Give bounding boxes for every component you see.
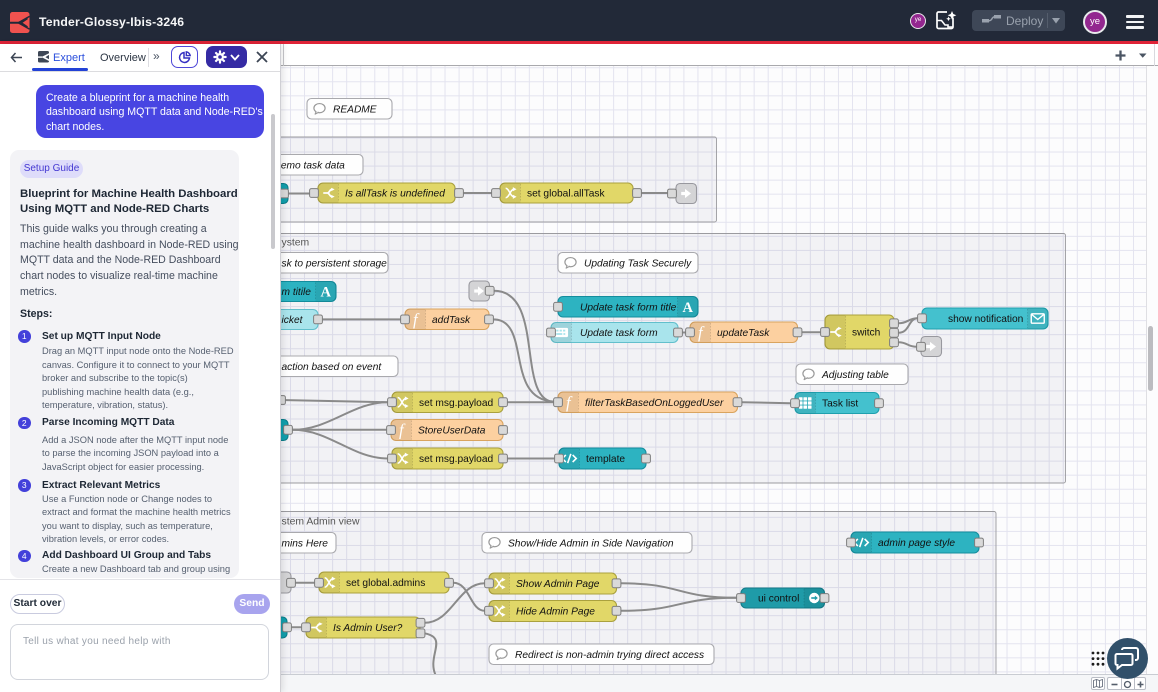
svg-text:filterTaskBasedOnLoggedUser: filterTaskBasedOnLoggedUser bbox=[585, 398, 724, 409]
svg-text:Update task form title: Update task form title bbox=[580, 302, 677, 313]
svg-text:stem Admin view: stem Admin view bbox=[282, 517, 360, 528]
svg-text:Update task form: Update task form bbox=[580, 328, 658, 339]
svg-text:StoreUserData: StoreUserData bbox=[418, 426, 486, 437]
svg-text:A: A bbox=[683, 300, 694, 316]
svg-text:Show Admin Page: Show Admin Page bbox=[516, 579, 600, 590]
svg-text:Hide Admin Page: Hide Admin Page bbox=[516, 607, 595, 618]
svg-text:ystem: ystem bbox=[282, 238, 310, 249]
svg-text:Task list: Task list bbox=[822, 399, 858, 410]
svg-text:set msg.payload: set msg.payload bbox=[419, 454, 494, 465]
svg-text:Is allTask is undefined: Is allTask is undefined bbox=[345, 189, 445, 200]
svg-text:A: A bbox=[321, 285, 332, 301]
svg-text:README: README bbox=[333, 104, 377, 115]
svg-text:mins Here: mins Here bbox=[282, 538, 329, 549]
svg-text:set global.admins: set global.admins bbox=[346, 578, 425, 589]
svg-text:Show/Hide Admin in Side Naviga: Show/Hide Admin in Side Navigation bbox=[508, 538, 674, 549]
svg-text:updateTask: updateTask bbox=[717, 328, 770, 339]
svg-text:icket: icket bbox=[282, 315, 304, 326]
svg-text:ui control: ui control bbox=[758, 594, 799, 605]
svg-text:addTask: addTask bbox=[432, 315, 471, 326]
svg-text:Redirect is non-admin trying d: Redirect is non-admin trying direct acce… bbox=[515, 650, 704, 661]
svg-text:set msg.payload: set msg.payload bbox=[419, 398, 494, 409]
svg-text:show notification: show notification bbox=[948, 314, 1023, 325]
svg-text:action based on event: action based on event bbox=[282, 362, 383, 373]
svg-text:template: template bbox=[586, 454, 625, 465]
svg-text:admin page style: admin page style bbox=[878, 538, 955, 549]
svg-text:sk to persistent storage: sk to persistent storage bbox=[282, 258, 388, 269]
svg-text:m titile: m titile bbox=[282, 287, 312, 298]
svg-text:Updating Task Securely: Updating Task Securely bbox=[584, 258, 692, 269]
svg-text:set global.allTask: set global.allTask bbox=[527, 189, 605, 200]
svg-text:switch: switch bbox=[852, 328, 880, 339]
svg-text:Is Admin User?: Is Admin User? bbox=[333, 623, 403, 634]
svg-text:Demo task data: Demo task data bbox=[281, 160, 345, 171]
svg-text:Adjusting table: Adjusting table bbox=[821, 370, 889, 381]
